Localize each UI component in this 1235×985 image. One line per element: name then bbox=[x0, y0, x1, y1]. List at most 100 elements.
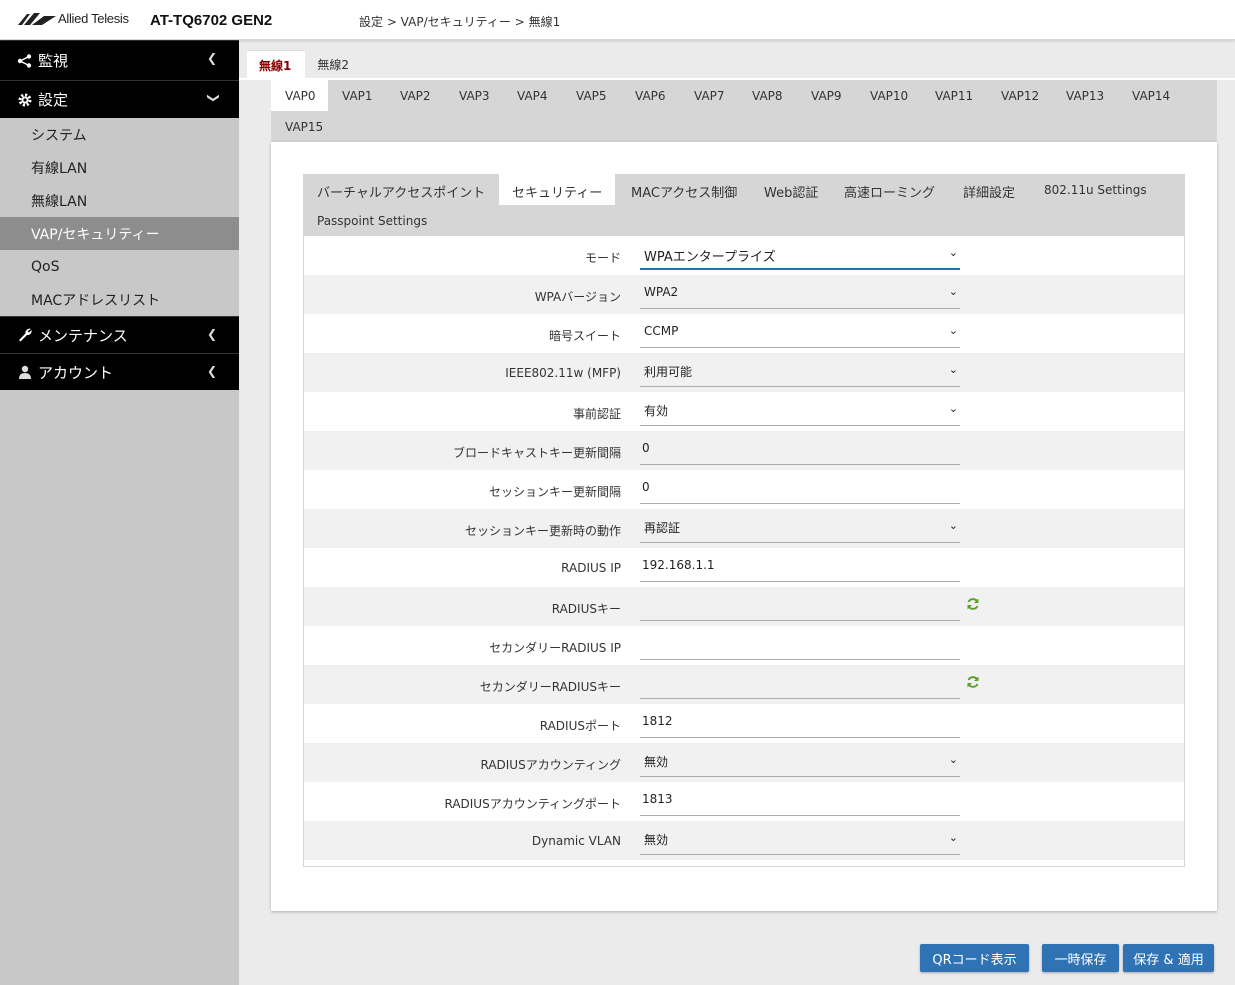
field-label: セカンダリーRADIUS IP bbox=[489, 641, 621, 655]
secondary-radius-key-input[interactable] bbox=[640, 669, 960, 699]
dynamic-vlan-select[interactable]: 無効 ⌄ bbox=[640, 825, 960, 855]
form-row-secondary-radius-key: セカンダリーRADIUSキー bbox=[304, 665, 1184, 704]
field-label: WPAバージョン bbox=[534, 290, 621, 304]
mfp-select[interactable]: 利用可能 ⌄ bbox=[640, 357, 960, 387]
sidebar-item-system[interactable]: システム bbox=[0, 118, 239, 151]
radius-port-input[interactable]: 1812 bbox=[640, 708, 960, 738]
chevron-left-icon: ❮ bbox=[206, 51, 217, 65]
sidebar-section-monitor[interactable]: 監視 ❮ bbox=[0, 40, 239, 80]
tab-vap11[interactable]: VAP11 bbox=[921, 80, 987, 111]
form-row-radius-key: RADIUSキー bbox=[304, 587, 1184, 626]
wpa-version-select[interactable]: WPA2 ⌄ bbox=[640, 279, 960, 309]
tab-radio-2[interactable]: 無線2 bbox=[305, 50, 363, 78]
tab-vap7[interactable]: VAP7 bbox=[680, 80, 738, 111]
tab-security[interactable]: セキュリティー bbox=[499, 174, 615, 205]
sidebar-section-settings[interactable]: 設定 ❮ bbox=[0, 80, 239, 118]
tab-vap0[interactable]: VAP0 bbox=[271, 80, 328, 111]
tab-vap1[interactable]: VAP1 bbox=[328, 80, 386, 111]
tab-vap9[interactable]: VAP9 bbox=[797, 80, 856, 111]
gear-icon bbox=[18, 93, 32, 106]
sidebar-section-label: 監視 bbox=[38, 52, 69, 70]
session-key-action-select[interactable]: 再認証 ⌄ bbox=[640, 513, 960, 543]
field-label: RADIUS IP bbox=[561, 561, 621, 575]
radius-ip-input[interactable]: 192.168.1.1 bbox=[640, 552, 960, 582]
sidebar-item-mac-address-list[interactable]: MACアドレスリスト bbox=[0, 283, 239, 316]
form-row-session-key-action: セッションキー更新時の動作 再認証 ⌄ bbox=[304, 509, 1184, 548]
field-label: RADIUSアカウンティングポート bbox=[444, 797, 621, 811]
tab-virtual-access-point[interactable]: バーチャルアクセスポイント bbox=[317, 174, 485, 205]
tab-mac-access-control[interactable]: MACアクセス制御 bbox=[631, 174, 737, 205]
tab-vap4[interactable]: VAP4 bbox=[503, 80, 562, 111]
tab-80211u-settings[interactable]: 802.11u Settings bbox=[1044, 174, 1147, 205]
tab-vap2[interactable]: VAP2 bbox=[386, 80, 445, 111]
field-label: 暗号スイート bbox=[548, 329, 621, 343]
main-content: 無線1 無線2 VAP0 VAP1 VAP2 VAP3 VAP4 VAP5 VA… bbox=[239, 40, 1235, 985]
tab-web-auth[interactable]: Web認証 bbox=[764, 174, 818, 205]
wrench-icon bbox=[19, 328, 32, 342]
sidebar-item-wireless-lan[interactable]: 無線LAN bbox=[0, 184, 239, 217]
cipher-suite-select[interactable]: CCMP ⌄ bbox=[640, 318, 960, 348]
sidebar-section-label: 設定 bbox=[38, 91, 69, 109]
form-row-pre-auth: 事前認証 有効 ⌄ bbox=[304, 392, 1184, 431]
secondary-radius-ip-input[interactable] bbox=[640, 630, 960, 660]
sidebar-item-wired-lan[interactable]: 有線LAN bbox=[0, 151, 239, 184]
qr-code-button[interactable]: QRコード表示 bbox=[920, 944, 1029, 972]
refresh-icon[interactable] bbox=[966, 675, 980, 689]
breadcrumb: 設定 > VAP/セキュリティー > 無線1 bbox=[359, 15, 561, 29]
chevron-down-icon: ⌄ bbox=[948, 753, 958, 766]
sidebar-section-label: メンテナンス bbox=[38, 326, 128, 345]
radius-key-input[interactable] bbox=[640, 591, 960, 621]
radius-accounting-select[interactable]: 無効 ⌄ bbox=[640, 747, 960, 777]
chevron-left-icon: ❮ bbox=[206, 364, 217, 378]
sidebar-item-vap-security[interactable]: VAP/セキュリティー bbox=[0, 217, 239, 250]
user-icon bbox=[19, 365, 31, 379]
temp-save-button[interactable]: 一時保存 bbox=[1042, 944, 1119, 972]
sidebar-section-maintenance[interactable]: メンテナンス ❮ bbox=[0, 316, 239, 353]
refresh-icon[interactable] bbox=[966, 597, 980, 611]
form-row-wpa-version: WPAバージョン WPA2 ⌄ bbox=[304, 275, 1184, 314]
broadcast-key-interval-input[interactable]: 0 bbox=[640, 435, 960, 465]
chevron-down-icon: ⌄ bbox=[948, 519, 958, 532]
tab-vap12[interactable]: VAP12 bbox=[987, 80, 1052, 111]
tab-vap6[interactable]: VAP6 bbox=[621, 80, 680, 111]
top-header: Allied Telesis AT-TQ6702 GEN2 設定 > VAP/セ… bbox=[0, 0, 1235, 40]
share-icon bbox=[17, 53, 32, 68]
form-row-radius-accounting-port: RADIUSアカウンティングポート 1813 bbox=[304, 782, 1184, 821]
tab-advanced[interactable]: 詳細設定 bbox=[963, 174, 1015, 205]
radius-accounting-port-input[interactable]: 1813 bbox=[640, 786, 960, 816]
tab-vap13[interactable]: VAP13 bbox=[1052, 80, 1118, 111]
brand-logo[interactable]: Allied Telesis bbox=[18, 11, 129, 26]
form-row-mode: モード WPAエンタープライズ ⌄ bbox=[304, 236, 1184, 275]
field-label: Dynamic VLAN bbox=[531, 834, 621, 848]
chevron-down-icon: ⌄ bbox=[948, 324, 958, 337]
sidebar-item-qos[interactable]: QoS bbox=[0, 250, 239, 283]
vap-panel: バーチャルアクセスポイント セキュリティー MACアクセス制御 Web認証 高速… bbox=[271, 142, 1217, 911]
chevron-down-icon: ⌄ bbox=[948, 831, 958, 844]
allied-telesis-logo-icon bbox=[18, 12, 56, 25]
tab-passpoint-settings[interactable]: Passpoint Settings bbox=[317, 205, 427, 236]
product-name: AT-TQ6702 GEN2 bbox=[150, 12, 273, 29]
tab-vap14[interactable]: VAP14 bbox=[1118, 80, 1184, 111]
sidebar-section-account[interactable]: アカウント ❮ bbox=[0, 353, 239, 390]
tab-vap10[interactable]: VAP10 bbox=[856, 80, 921, 111]
tab-fast-roaming[interactable]: 高速ローミング bbox=[844, 174, 935, 205]
security-subtabs: バーチャルアクセスポイント セキュリティー MACアクセス制御 Web認証 高速… bbox=[303, 174, 1185, 236]
tab-radio-1[interactable]: 無線1 bbox=[247, 50, 306, 78]
security-form: モード WPAエンタープライズ ⌄ WPAバージョン WPA2 ⌄ 暗号スイート C… bbox=[303, 236, 1185, 867]
field-label: セカンダリーRADIUSキー bbox=[479, 680, 621, 694]
tab-vap8[interactable]: VAP8 bbox=[738, 80, 797, 111]
sidebar-section-label: アカウント bbox=[38, 363, 114, 382]
form-row-radius-accounting: RADIUSアカウンティング 無効 ⌄ bbox=[304, 743, 1184, 782]
tab-vap15[interactable]: VAP15 bbox=[271, 111, 335, 142]
chevron-left-icon: ❮ bbox=[206, 327, 217, 341]
tab-vap3[interactable]: VAP3 bbox=[445, 80, 503, 111]
chevron-down-icon: ⌄ bbox=[948, 363, 958, 376]
form-row-broadcast-key-interval: ブロードキャストキー更新間隔 0 bbox=[304, 431, 1184, 470]
pre-auth-select[interactable]: 有効 ⌄ bbox=[640, 396, 960, 426]
form-row-dynamic-vlan: Dynamic VLAN 無効 ⌄ bbox=[304, 821, 1184, 860]
save-apply-button[interactable]: 保存 & 適用 bbox=[1123, 944, 1214, 972]
field-label: セッションキー更新間隔 bbox=[488, 485, 621, 499]
mode-select[interactable]: WPAエンタープライズ ⌄ bbox=[640, 240, 960, 270]
tab-vap5[interactable]: VAP5 bbox=[562, 80, 621, 111]
session-key-interval-input[interactable]: 0 bbox=[640, 474, 960, 504]
